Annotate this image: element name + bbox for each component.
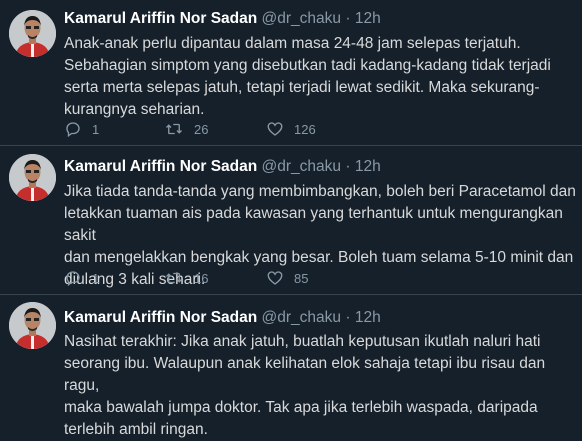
reply-button[interactable]: 1 (64, 268, 99, 288)
timestamp[interactable]: 12h (355, 158, 381, 175)
tweet-header: Kamarul Ariffin Nor Sadan @dr_chaku · 12… (64, 157, 381, 177)
separator-dot: · (345, 158, 351, 175)
reply-button[interactable]: 1 (64, 119, 99, 139)
retweet-button[interactable]: 16 (164, 268, 208, 288)
tweet-actions: 1 26 126 (64, 119, 424, 139)
author-name[interactable]: Kamarul Ariffin Nor Sadan (64, 158, 257, 175)
reply-count: 1 (92, 121, 100, 137)
retweet-count: 16 (194, 270, 209, 286)
author-name[interactable]: Kamarul Ariffin Nor Sadan (64, 10, 257, 27)
like-button[interactable]: 85 (266, 268, 308, 288)
reply-count: 1 (92, 270, 100, 286)
retweet-count: 26 (194, 121, 209, 137)
like-count: 126 (294, 121, 316, 137)
tweet-text: Anak-anak perlu dipantau dalam masa 24-4… (64, 35, 551, 118)
timestamp[interactable]: 12h (355, 309, 381, 326)
tweet-header: Kamarul Ariffin Nor Sadan @dr_chaku · 12… (64, 308, 381, 328)
retweet-icon (166, 272, 182, 284)
retweet-button[interactable]: 26 (164, 119, 208, 139)
tweet-actions: 1 16 85 (64, 268, 424, 288)
like-count: 85 (294, 270, 309, 286)
author-handle[interactable]: @dr_chaku (262, 158, 342, 175)
avatar[interactable] (9, 10, 56, 57)
reply-icon (66, 271, 80, 287)
tweet-header: Kamarul Ariffin Nor Sadan @dr_chaku · 12… (64, 9, 381, 29)
timestamp[interactable]: 12h (355, 10, 381, 27)
author-name[interactable]: Kamarul Ariffin Nor Sadan (64, 309, 257, 326)
retweet-icon (166, 123, 182, 135)
avatar[interactable] (9, 154, 56, 201)
tweet-text: Nasihat terakhir: Jika anak jatuh, buatl… (64, 333, 546, 438)
heart-icon (267, 271, 283, 285)
author-handle[interactable]: @dr_chaku (262, 10, 342, 27)
author-handle[interactable]: @dr_chaku (262, 309, 342, 326)
separator-dot: · (345, 309, 351, 326)
like-button[interactable]: 126 (266, 119, 316, 139)
heart-icon (267, 122, 283, 136)
avatar[interactable] (9, 302, 56, 349)
reply-icon (66, 122, 80, 138)
separator-dot: · (345, 10, 351, 27)
